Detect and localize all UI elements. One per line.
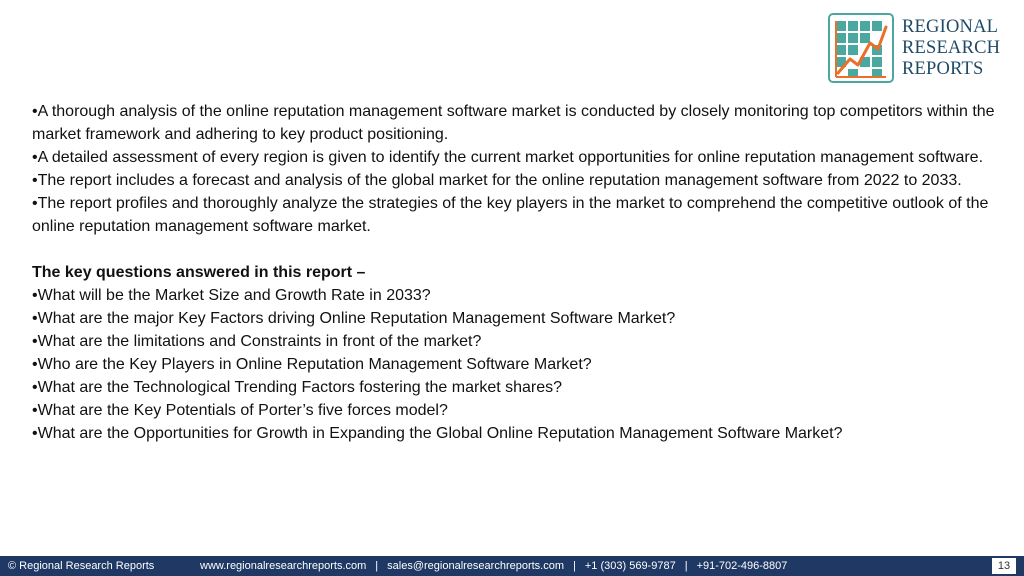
footer-bar: © Regional Research Reports www.regional… <box>0 556 1024 576</box>
company-logo: REGIONAL RESEARCH REPORTS <box>828 12 1008 84</box>
footer-copyright: © Regional Research Reports <box>8 560 155 572</box>
footer-phone-2: +91-702-496-8807 <box>696 560 788 572</box>
question-item: •Who are the Key Players in Online Reput… <box>32 356 592 373</box>
logo-wordmark: REGIONAL RESEARCH REPORTS <box>902 17 1000 80</box>
bullet-item: •A detailed assessment of every region i… <box>32 149 984 166</box>
question-item: •What will be the Market Size and Growth… <box>32 287 431 304</box>
footer-separator: | <box>573 560 576 572</box>
slide-body: •A thorough analysis of the online reput… <box>32 100 997 445</box>
footer-separator: | <box>684 560 688 572</box>
question-item: •What are the major Key Factors driving … <box>32 310 676 327</box>
bullet-item: •A thorough analysis of the online reput… <box>32 103 995 143</box>
footer-separator: | <box>375 560 379 572</box>
questions-heading: The key questions answered in this repor… <box>32 264 366 281</box>
question-item: •What are the Technological Trending Fac… <box>32 379 563 396</box>
bar-chart-growth-icon <box>828 13 894 83</box>
logo-line-3: REPORTS <box>902 58 984 79</box>
footer-phone-1: +1 (303) 569-9787 <box>584 560 676 572</box>
bullet-item: •The report includes a forecast and anal… <box>32 172 962 189</box>
footer-website-link[interactable]: www.regionalresearchreports.com <box>200 560 366 572</box>
logo-line-2: RESEARCH <box>902 37 1001 58</box>
footer-contacts: www.regionalresearchreports.com | sales@re… <box>200 556 787 576</box>
logo-line-1: REGIONAL <box>902 16 999 37</box>
footer-email-link[interactable]: sales@regionalresearchreports.com <box>387 560 564 572</box>
bullet-item: •The report profiles and thoroughly anal… <box>32 195 989 235</box>
question-item: •What are the Opportunities for Growth i… <box>32 425 843 442</box>
question-item: •What are the limitations and Constraint… <box>32 333 482 350</box>
page-number: 13 <box>992 558 1016 574</box>
question-item: •What are the Key Potentials of Porter’s… <box>32 402 448 419</box>
